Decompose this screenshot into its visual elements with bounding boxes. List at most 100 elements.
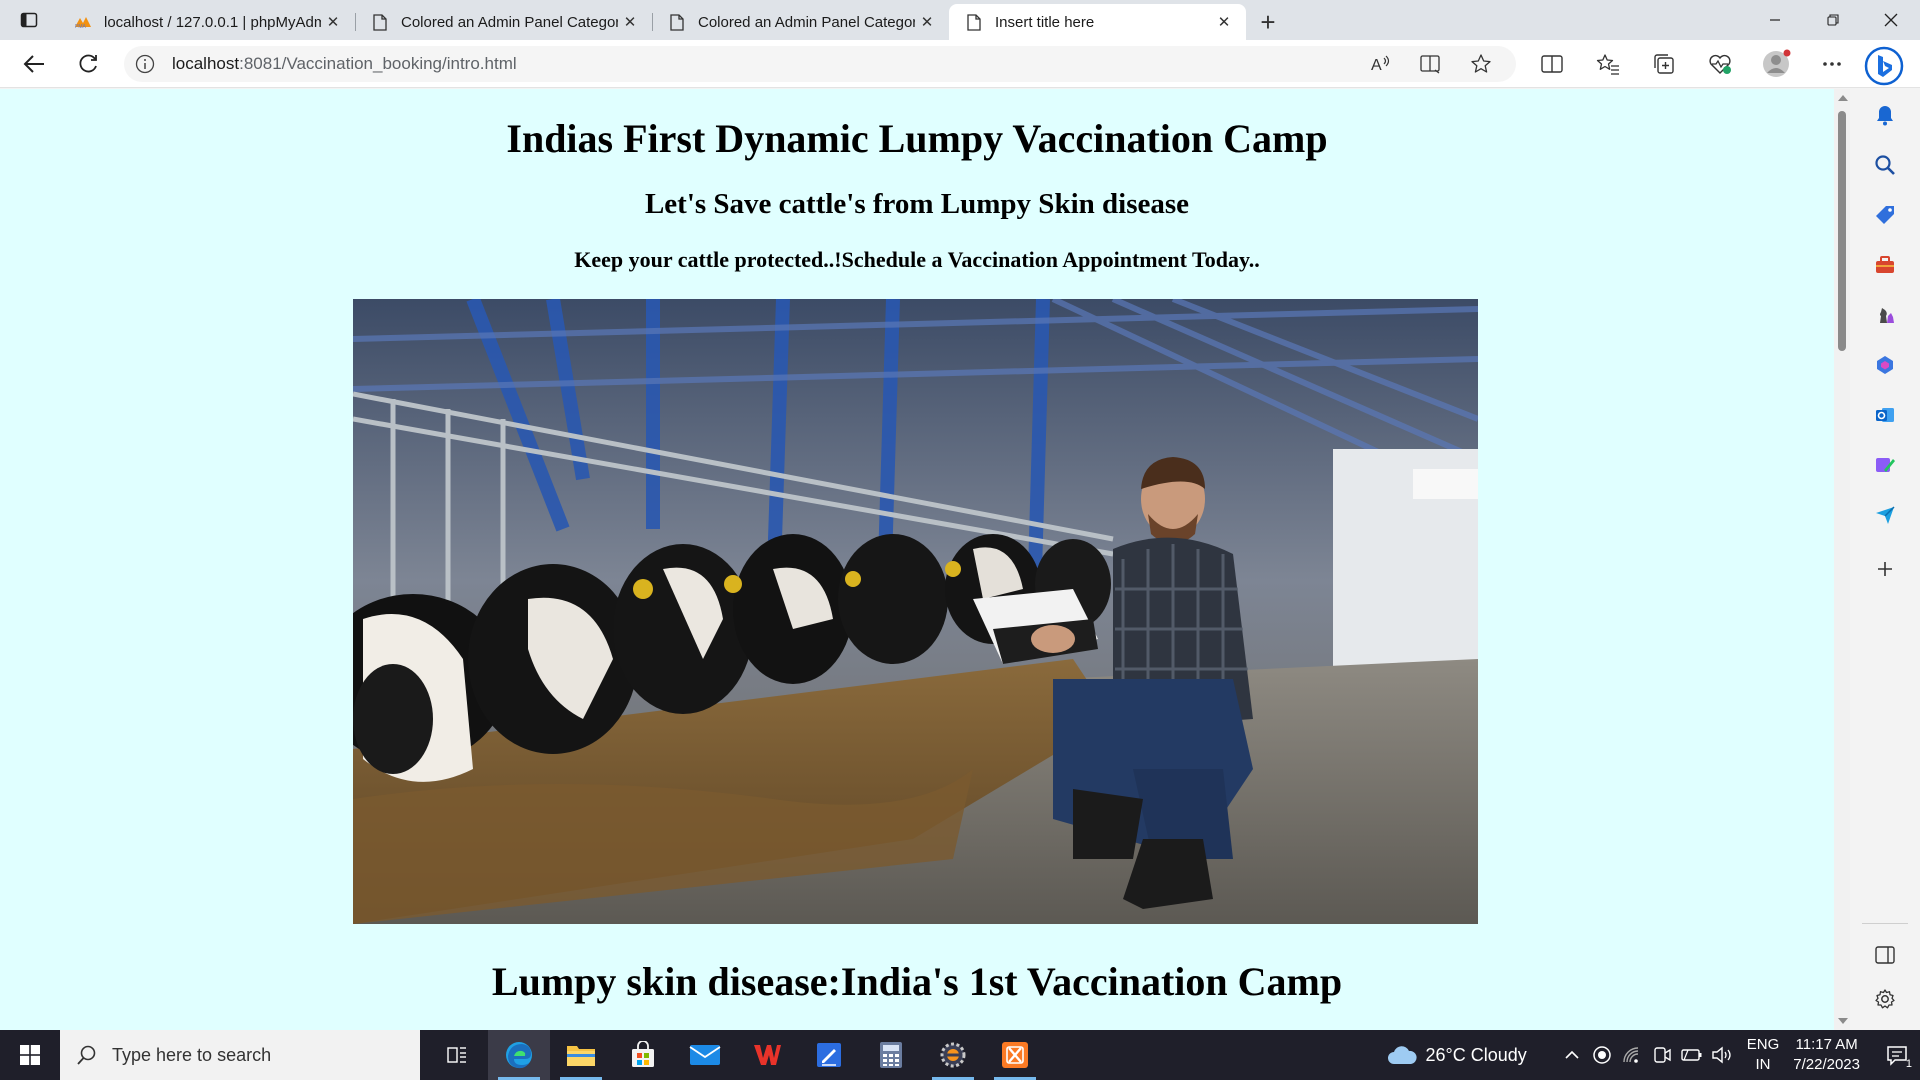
document-editor-taskbar-app[interactable] [798, 1030, 860, 1080]
collections-button[interactable] [1636, 44, 1692, 84]
mail-taskbar-app[interactable] [674, 1030, 736, 1080]
tools-briefcase-icon[interactable] [1867, 247, 1903, 283]
browser-tab[interactable]: Colored an Admin Panel Categor ✕ [355, 4, 652, 40]
system-tray: 26°C Cloudy ENG IN 11:17 AM 7/22/2023 1 [1386, 1030, 1920, 1080]
designer-pen-icon[interactable] [1867, 447, 1903, 483]
refresh-icon [79, 54, 97, 72]
add-sidebar-app-icon[interactable] [1867, 551, 1903, 587]
bing-copilot-button[interactable] [1862, 44, 1906, 88]
more-dots-icon [1823, 61, 1841, 66]
weather-text: 26°C Cloudy [1425, 1044, 1527, 1065]
battery-icon[interactable] [1677, 1030, 1707, 1080]
taskbar-search-box[interactable]: Type here to search [60, 1030, 420, 1080]
send-plane-icon[interactable] [1867, 497, 1903, 533]
games-chess-icon[interactable] [1867, 297, 1903, 333]
search-icon [77, 1045, 96, 1065]
microsoft-store-taskbar-app[interactable] [612, 1030, 674, 1080]
sidebar-settings-gear-icon[interactable] [1867, 981, 1903, 1017]
tab-title: localhost / 127.0.0.1 | phpMyAdm [104, 13, 321, 31]
edge-sidebar [1850, 89, 1920, 1030]
restore-button[interactable] [1804, 0, 1862, 40]
wps-icon [754, 1045, 781, 1065]
weather-widget[interactable]: 26°C Cloudy [1386, 1044, 1527, 1066]
refresh-button[interactable] [66, 44, 110, 84]
browser-tab-active[interactable]: Insert title here ✕ [949, 4, 1246, 40]
heart-pulse-icon [1709, 54, 1731, 74]
windows-logo-icon [20, 1045, 40, 1065]
back-button[interactable] [12, 44, 56, 84]
close-tab-icon[interactable]: ✕ [618, 10, 642, 34]
close-tab-icon[interactable]: ✕ [321, 10, 345, 34]
tab-strip: PMA localhost / 127.0.0.1 | phpMyAdm ✕ C… [0, 0, 1920, 40]
address-bar[interactable]: localhost:8081/Vaccination_booking/intro… [124, 45, 1516, 82]
xampp-taskbar-app[interactable] [984, 1030, 1046, 1080]
shopping-tag-icon[interactable] [1867, 197, 1903, 233]
immersive-reader-icon[interactable] [1406, 46, 1456, 82]
outlook-icon[interactable] [1867, 397, 1903, 433]
xampp-icon [1002, 1042, 1028, 1068]
favorites-button[interactable] [1580, 44, 1636, 84]
split-screen-button[interactable] [1524, 44, 1580, 84]
network-icon[interactable] [1617, 1030, 1647, 1080]
plus-icon: + [1260, 6, 1276, 37]
read-aloud-icon[interactable]: A [1356, 46, 1406, 82]
microsoft-365-icon[interactable] [1867, 347, 1903, 383]
close-tab-icon[interactable]: ✕ [915, 10, 939, 34]
scroll-up-arrow-icon[interactable] [1838, 95, 1848, 101]
browser-tab[interactable]: PMA localhost / 127.0.0.1 | phpMyAdm ✕ [58, 4, 355, 40]
clock[interactable]: 11:17 AM 7/22/2023 [1793, 1035, 1860, 1075]
scroll-down-arrow-icon[interactable] [1838, 1018, 1848, 1024]
input-language[interactable]: ENG IN [1747, 1035, 1780, 1075]
show-hidden-icons-chevron-icon[interactable] [1557, 1030, 1587, 1080]
notification-icon [1887, 1046, 1907, 1066]
back-arrow-icon [23, 54, 44, 73]
region-code: IN [1755, 1056, 1771, 1073]
page-tagline: Keep your cattle protected..!Schedule a … [574, 247, 1260, 272]
close-icon [1884, 13, 1898, 27]
scroll-thumb[interactable] [1838, 111, 1846, 351]
url-text[interactable]: localhost:8081/Vaccination_booking/intro… [172, 54, 1356, 74]
tab-title: Colored an Admin Panel Categor [698, 13, 915, 31]
browser-essentials-button[interactable] [1692, 44, 1748, 84]
action-center-button[interactable]: 1 [1874, 1030, 1920, 1080]
avatar-icon [1763, 49, 1791, 77]
close-tab-icon[interactable]: ✕ [1212, 10, 1236, 34]
section-title: Lumpy skin disease:India's 1st Vaccinati… [491, 959, 1343, 1004]
collections-icon [1654, 53, 1674, 74]
profile-button[interactable] [1748, 44, 1804, 84]
split-screen-icon [1541, 54, 1563, 73]
page-scrollbar[interactable] [1834, 89, 1850, 1030]
url-host: localhost [172, 53, 240, 73]
favorite-star-icon[interactable] [1456, 46, 1506, 82]
minimize-button[interactable] [1746, 0, 1804, 40]
task-view-button[interactable] [426, 1030, 488, 1080]
record-indicator-icon[interactable] [1587, 1030, 1617, 1080]
page-viewport: Indias First Dynamic Lumpy Vaccination C… [0, 89, 1834, 1030]
store-bag-icon [632, 1041, 654, 1067]
hide-sidebar-icon[interactable] [1867, 937, 1903, 973]
site-info-icon[interactable] [134, 53, 156, 75]
file-explorer-taskbar-app[interactable] [550, 1030, 612, 1080]
close-window-button[interactable] [1862, 0, 1920, 40]
edge-taskbar-app[interactable] [488, 1030, 550, 1080]
meet-now-icon[interactable] [1647, 1030, 1677, 1080]
clock-date: 7/22/2023 [1793, 1056, 1860, 1073]
eclipse-ide-taskbar-app[interactable] [922, 1030, 984, 1080]
search-icon[interactable] [1867, 147, 1903, 183]
new-tab-button[interactable]: + [1246, 4, 1290, 40]
calculator-taskbar-app[interactable] [860, 1030, 922, 1080]
wps-office-taskbar-app[interactable] [736, 1030, 798, 1080]
browser-toolbar: localhost:8081/Vaccination_booking/intro… [0, 40, 1920, 88]
tab-actions-button[interactable] [0, 0, 58, 40]
tab-actions-icon [20, 12, 38, 28]
cloud-icon [1387, 1046, 1417, 1064]
eclipse-gear-icon [940, 1042, 966, 1068]
start-button[interactable] [0, 1030, 60, 1080]
volume-icon[interactable] [1707, 1030, 1737, 1080]
settings-more-button[interactable] [1804, 44, 1860, 84]
page-icon [371, 13, 389, 31]
notifications-bell-icon[interactable] [1867, 97, 1903, 133]
svg-text:PMA: PMA [75, 24, 87, 29]
browser-tab[interactable]: Colored an Admin Panel Categor ✕ [652, 4, 949, 40]
page-title: Indias First Dynamic Lumpy Vaccination C… [506, 116, 1328, 161]
